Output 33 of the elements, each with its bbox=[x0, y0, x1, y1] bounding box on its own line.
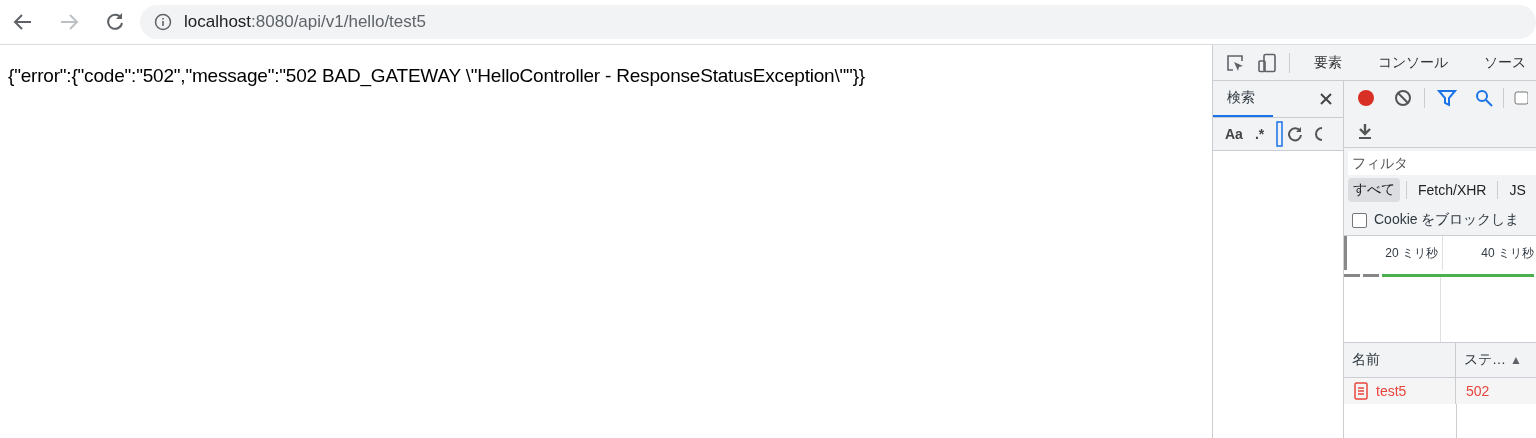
close-icon[interactable] bbox=[1319, 92, 1333, 106]
url-path: :8080/api/v1/hello/test5 bbox=[251, 12, 426, 31]
address-bar[interactable]: localhost:8080/api/v1/hello/test5 bbox=[140, 5, 1536, 39]
search-icon[interactable] bbox=[1475, 89, 1493, 107]
timeline-tick: 40 ミリ秒 bbox=[1481, 244, 1534, 262]
download-icon[interactable] bbox=[1357, 123, 1373, 139]
json-response: {"error":{"code":"502","message":"502 BAD_GATEWAY \"HelloController - ResponseStatusException\""}} bbox=[8, 65, 865, 86]
record-icon[interactable] bbox=[1356, 88, 1376, 108]
request-row[interactable]: test5 502 bbox=[1344, 378, 1536, 404]
filter-field[interactable]: フィルタ bbox=[1348, 151, 1536, 175]
device-toolbar-icon[interactable] bbox=[1257, 52, 1277, 73]
inspect-icon[interactable] bbox=[1225, 52, 1245, 73]
reload-icon[interactable] bbox=[104, 11, 126, 33]
type-filter[interactable]: JS bbox=[1504, 179, 1531, 201]
devtools-tab[interactable]: コンソール bbox=[1366, 53, 1460, 72]
request-status: 502 bbox=[1466, 383, 1490, 399]
timeline-tick: 20 ミリ秒 bbox=[1385, 244, 1438, 262]
search-option[interactable]: Aa bbox=[1225, 126, 1243, 142]
type-filter[interactable]: すべて bbox=[1348, 178, 1400, 202]
request-name[interactable]: test5 bbox=[1376, 383, 1407, 399]
checkbox[interactable] bbox=[1352, 212, 1367, 228]
refresh-icon[interactable] bbox=[1287, 126, 1304, 142]
checkbox-icon[interactable] bbox=[1514, 91, 1528, 105]
url-host: localhost bbox=[184, 12, 252, 31]
search-option[interactable]: .* bbox=[1254, 126, 1265, 142]
document-icon bbox=[1354, 382, 1368, 400]
type-filter[interactable]: Fetch/XHR bbox=[1413, 179, 1492, 201]
column-header[interactable]: 名前 bbox=[1344, 343, 1456, 377]
filter-icon[interactable] bbox=[1437, 89, 1457, 107]
column-header[interactable]: ステ… ▲ bbox=[1456, 343, 1536, 377]
devtools-tab[interactable]: ソース bbox=[1472, 53, 1536, 72]
devtools-tab[interactable]: 要素 bbox=[1302, 53, 1354, 72]
info-icon[interactable] bbox=[154, 13, 172, 31]
